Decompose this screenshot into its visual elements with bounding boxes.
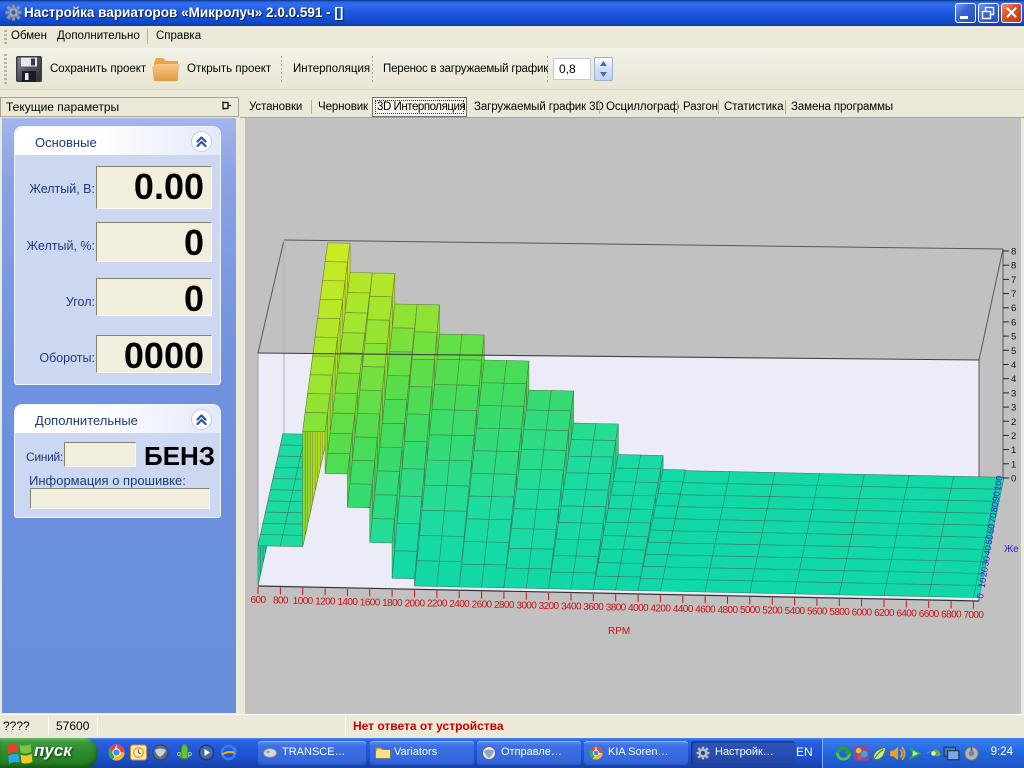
- svg-text:80: 80: [989, 501, 1001, 513]
- svg-text:30: 30: [980, 555, 992, 567]
- svg-text:60: 60: [985, 523, 997, 535]
- svg-text:5200: 5200: [762, 606, 783, 617]
- svg-text:2: 2: [1011, 417, 1016, 428]
- svg-text:p: p: [188, 751, 192, 758]
- svg-text:5: 5: [1011, 346, 1016, 357]
- svg-text:70: 70: [987, 512, 999, 524]
- svg-text:20: 20: [979, 566, 991, 578]
- svg-text:1: 1: [1011, 459, 1016, 470]
- svg-text:4: 4: [1011, 374, 1016, 385]
- svg-text:7000: 7000: [963, 610, 984, 621]
- svg-text:3: 3: [1011, 388, 1016, 399]
- svg-text:1600: 1600: [360, 597, 381, 608]
- svg-text:8: 8: [1011, 261, 1016, 272]
- svg-text:4: 4: [1011, 360, 1016, 371]
- svg-text:7: 7: [1011, 289, 1016, 300]
- svg-text:4200: 4200: [650, 603, 671, 614]
- svg-text:6: 6: [1011, 303, 1016, 314]
- svg-text:90: 90: [990, 491, 1002, 503]
- svg-text:1000: 1000: [293, 596, 314, 607]
- svg-text:10: 10: [977, 577, 989, 589]
- svg-text:RPM: RPM: [608, 626, 630, 637]
- svg-text:6: 6: [1011, 317, 1016, 328]
- svg-text:Же: Же: [1004, 544, 1019, 555]
- svg-text:4000: 4000: [628, 603, 649, 614]
- svg-text:6800: 6800: [941, 609, 962, 620]
- svg-text:2: 2: [1011, 431, 1016, 442]
- svg-text:50: 50: [984, 534, 996, 546]
- svg-text:5600: 5600: [807, 607, 828, 618]
- svg-text:40: 40: [982, 545, 994, 557]
- svg-text:3000: 3000: [516, 601, 537, 612]
- svg-text:5000: 5000: [740, 605, 761, 616]
- svg-text:6000: 6000: [852, 608, 873, 619]
- svg-text:6200: 6200: [874, 608, 895, 619]
- svg-text:2400: 2400: [449, 599, 470, 610]
- svg-text:2600: 2600: [472, 600, 493, 611]
- svg-text:3200: 3200: [539, 601, 560, 612]
- svg-text:3600: 3600: [583, 602, 604, 613]
- svg-text:600: 600: [251, 595, 267, 606]
- svg-text:1: 1: [1011, 445, 1016, 456]
- svg-text:8: 8: [1011, 247, 1016, 258]
- svg-text:5: 5: [1011, 332, 1016, 343]
- svg-text:2000: 2000: [405, 598, 426, 609]
- svg-text:1800: 1800: [382, 598, 403, 609]
- svg-text:4400: 4400: [673, 604, 694, 615]
- svg-text:2200: 2200: [427, 599, 448, 610]
- svg-text:3800: 3800: [606, 602, 627, 613]
- svg-text:3: 3: [1011, 403, 1016, 414]
- svg-text:1400: 1400: [337, 597, 358, 608]
- svg-text:0: 0: [1011, 474, 1016, 485]
- svg-text:6600: 6600: [919, 609, 940, 620]
- svg-text:5800: 5800: [829, 607, 850, 618]
- svg-text:3400: 3400: [561, 602, 582, 613]
- svg-text:5400: 5400: [785, 606, 806, 617]
- svg-text:7: 7: [1011, 275, 1016, 286]
- svg-text:4600: 4600: [695, 604, 716, 615]
- svg-text:2800: 2800: [494, 600, 515, 611]
- svg-text:q: q: [177, 751, 181, 758]
- svg-text:6400: 6400: [896, 609, 917, 620]
- svg-text:4800: 4800: [718, 605, 739, 616]
- svg-text:800: 800: [273, 596, 289, 607]
- svg-text:1200: 1200: [315, 596, 336, 607]
